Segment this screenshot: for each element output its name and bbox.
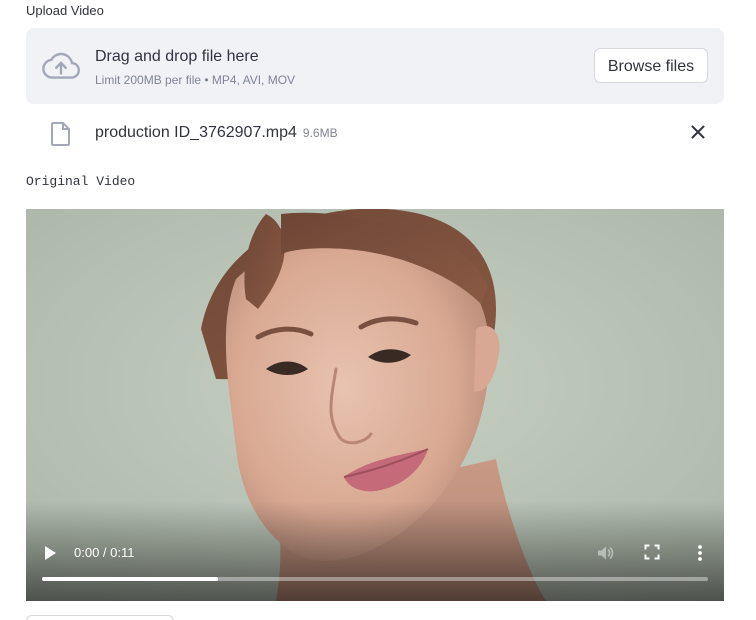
file-icon — [51, 122, 70, 146]
time-readout: 0:00 / 0:11 — [74, 545, 135, 560]
play-icon[interactable] — [42, 544, 58, 562]
more-vert-icon[interactable] — [694, 543, 706, 563]
dropzone-limit-text: Limit 200MB per file • MP4, AVI, MOV — [95, 73, 296, 87]
fullscreen-icon[interactable] — [644, 544, 660, 560]
volume-icon[interactable] — [595, 543, 615, 563]
page: Upload Video Drag and drop file here Lim… — [0, 0, 756, 620]
video-player[interactable]: 0:00 / 0:11 — [26, 209, 724, 601]
upload-label: Upload Video — [26, 3, 104, 18]
seek-bar[interactable] — [42, 577, 708, 581]
seek-bar-progress — [42, 577, 219, 581]
original-video-label: Original Video — [26, 174, 136, 189]
cloud-upload-icon — [42, 52, 81, 79]
browse-files-button[interactable]: Browse files — [594, 48, 708, 83]
file-dropzone[interactable]: Drag and drop file here Limit 200MB per … — [26, 28, 724, 104]
file-name-line: production ID_3762907.mp4 9.6MB — [95, 123, 338, 143]
uploaded-file-row: production ID_3762907.mp4 9.6MB — [26, 113, 724, 153]
partially-visible-button[interactable] — [26, 615, 174, 620]
file-size: 9.6MB — [302, 126, 338, 140]
close-icon[interactable] — [690, 124, 706, 140]
dropzone-title: Drag and drop file here — [95, 48, 259, 65]
file-name: production ID_3762907.mp4 — [95, 124, 297, 141]
